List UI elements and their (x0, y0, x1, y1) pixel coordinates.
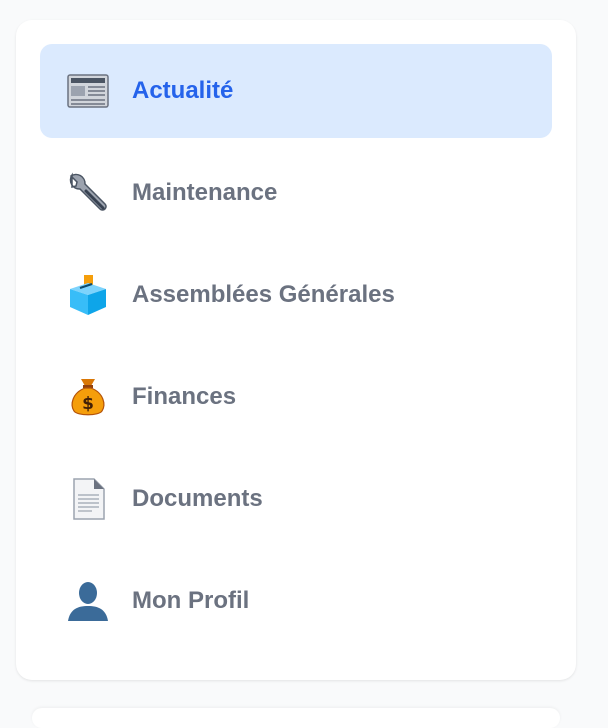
sidebar-item-assemblees-generales[interactable]: Assemblées Générales (40, 248, 552, 342)
user-icon (66, 579, 110, 623)
sidebar-item-label: Maintenance (132, 179, 278, 206)
sidebar-item-label: Assemblées Générales (132, 281, 395, 308)
document-icon (66, 477, 110, 521)
money-bag-icon: $ (66, 375, 110, 419)
sidebar-item-documents[interactable]: Documents (40, 452, 552, 546)
ballot-box-icon (66, 273, 110, 317)
sidebar-nav: Actualité Maintenance Assemblées Général… (40, 44, 552, 656)
secondary-card (32, 708, 560, 728)
sidebar-item-label: Documents (132, 485, 263, 512)
sidebar-item-label: Mon Profil (132, 587, 250, 614)
wrench-icon (66, 171, 110, 215)
sidebar-item-label: Finances (132, 383, 237, 410)
sidebar-item-actualite[interactable]: Actualité (40, 44, 552, 138)
svg-text:$: $ (82, 394, 94, 414)
sidebar-item-finances[interactable]: $ Finances (40, 350, 552, 444)
sidebar-item-maintenance[interactable]: Maintenance (40, 146, 552, 240)
sidebar-card: Actualité Maintenance Assemblées Général… (16, 20, 576, 680)
sidebar-item-mon-profil[interactable]: Mon Profil (40, 554, 552, 648)
sidebar-item-label: Actualité (132, 77, 234, 104)
newspaper-icon (66, 69, 110, 113)
